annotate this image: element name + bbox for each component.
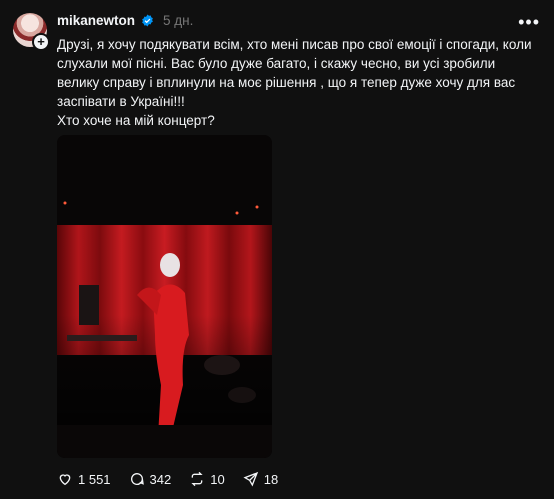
post-text: Друзі, я хочу подякувати всім, хто мені … xyxy=(57,37,532,128)
verified-badge-icon xyxy=(142,14,153,27)
send-icon xyxy=(243,471,258,487)
post-actions: 1 551 342 10 18 xyxy=(57,471,278,487)
comment-button[interactable]: 342 xyxy=(129,471,172,487)
post-header: mikanewton 5 дн. xyxy=(57,13,193,28)
repost-icon xyxy=(191,471,203,487)
username[interactable]: mikanewton xyxy=(57,13,135,28)
more-options-icon[interactable]: ••• xyxy=(518,12,540,33)
post-time[interactable]: 5 дн. xyxy=(163,13,193,28)
heart-icon xyxy=(59,474,71,486)
concert-photo-image xyxy=(57,135,272,458)
comment-count: 342 xyxy=(149,471,172,487)
follow-plus-icon[interactable]: + xyxy=(32,33,50,51)
like-count: 1 551 xyxy=(78,471,111,487)
share-button[interactable]: 18 xyxy=(243,471,278,487)
post-photo[interactable] xyxy=(57,135,272,458)
repost-button[interactable]: 10 xyxy=(189,471,225,487)
like-button[interactable]: 1 551 xyxy=(57,471,111,487)
repost-count: 10 xyxy=(210,471,225,487)
share-count: 18 xyxy=(263,471,279,487)
comment-icon xyxy=(130,473,144,485)
